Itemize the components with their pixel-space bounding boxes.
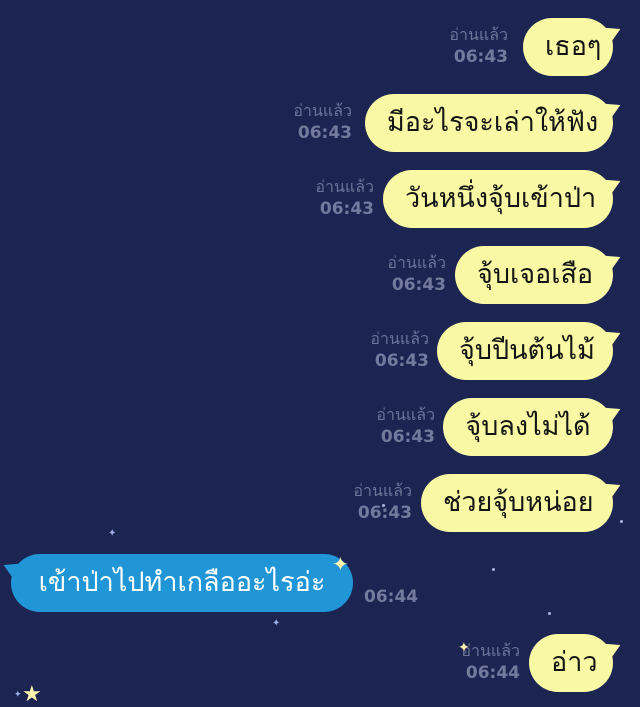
star-icon: ✦ — [332, 552, 349, 576]
message-bubble-outgoing[interactable]: จุ้บเจอเสือ — [455, 246, 613, 304]
sparkle-icon: ✦ — [14, 690, 22, 700]
message-meta: อ่านแล้ว 06:44 — [461, 640, 520, 684]
sparkle-icon — [382, 504, 385, 507]
sparkle-icon: ✦ — [108, 528, 117, 539]
sparkle-icon — [620, 520, 623, 523]
message-bubble-outgoing[interactable]: จุ้บลงไม่ได้ — [443, 398, 613, 456]
read-status: อ่านแล้ว — [293, 101, 352, 120]
message-bubble-outgoing[interactable]: มีอะไรจะเล่าให้ฟัง — [365, 94, 613, 152]
message-row: อ่านแล้ว 06:43 มีอะไรจะเล่าให้ฟัง — [0, 92, 640, 156]
message-meta: อ่านแล้ว 06:43 — [376, 404, 435, 448]
sparkle-icon: ✦ — [272, 618, 281, 629]
message-row: อ่านแล้ว 06:43 จุ้บลงไม่ได้ — [0, 396, 640, 460]
message-meta: อ่านแล้ว 06:43 — [315, 176, 374, 220]
message-bubble-incoming[interactable]: เข้าป่าไปทำเกลืออะไรอ่ะ — [11, 554, 353, 612]
message-bubble-outgoing[interactable]: จุ้บปีนต้นไม้ — [437, 322, 613, 380]
message-row: อ่านแล้ว 06:44 อ่าว — [0, 632, 640, 696]
read-status: อ่านแล้ว — [315, 177, 374, 196]
message-time: 06:43 — [297, 123, 352, 143]
message-time: 06:43 — [380, 427, 435, 447]
message-meta: อ่านแล้ว 06:43 — [370, 328, 429, 372]
read-status: อ่านแล้ว — [461, 641, 520, 660]
message-row: อ่านแล้ว 06:43 ช่วยจุ้บหน่อย — [0, 472, 640, 536]
read-status: อ่านแล้ว — [376, 405, 435, 424]
message-time: 06:43 — [319, 199, 374, 219]
sparkle-icon — [492, 568, 495, 571]
message-meta: อ่านแล้ว 06:43 — [353, 480, 412, 524]
sparkle-icon: ✦ — [458, 640, 470, 656]
message-meta: อ่านแล้ว 06:43 — [387, 252, 446, 296]
message-row: เข้าป่าไปทำเกลืออะไรอ่ะ 06:44 — [0, 552, 640, 616]
message-row: อ่านแล้ว 06:43 จุ้บปีนต้นไม้ — [0, 320, 640, 384]
read-status: อ่านแล้ว — [387, 253, 446, 272]
read-status: อ่านแล้ว — [353, 481, 412, 500]
message-bubble-outgoing[interactable]: ช่วยจุ้บหน่อย — [421, 474, 613, 532]
message-time: 06:44 — [364, 587, 419, 607]
message-time: 06:43 — [391, 275, 446, 295]
read-status: อ่านแล้ว — [449, 25, 508, 44]
message-time: 06:43 — [374, 351, 429, 371]
star-icon: ★ — [22, 682, 42, 707]
message-time: 06:43 — [453, 47, 508, 67]
message-meta: อ่านแล้ว 06:43 — [293, 100, 352, 144]
message-meta: อ่านแล้ว 06:43 — [449, 24, 508, 68]
message-bubble-outgoing[interactable]: วันหนึ่งจุ้บเข้าป่า — [383, 170, 613, 228]
message-row: อ่านแล้ว 06:43 วันหนึ่งจุ้บเข้าป่า — [0, 168, 640, 232]
message-meta: 06:44 — [364, 586, 418, 608]
message-row: อ่านแล้ว 06:43 จุ้บเจอเสือ — [0, 244, 640, 308]
sparkle-icon — [548, 612, 551, 615]
chat-view: อ่านแล้ว 06:43 เธอๆ อ่านแล้ว 06:43 มีอะไ… — [0, 0, 640, 707]
read-status: อ่านแล้ว — [370, 329, 429, 348]
message-bubble-outgoing[interactable]: อ่าว — [529, 634, 613, 692]
message-bubble-outgoing[interactable]: เธอๆ — [523, 18, 613, 76]
message-row: อ่านแล้ว 06:43 เธอๆ — [0, 16, 640, 80]
message-time: 06:44 — [465, 663, 520, 683]
